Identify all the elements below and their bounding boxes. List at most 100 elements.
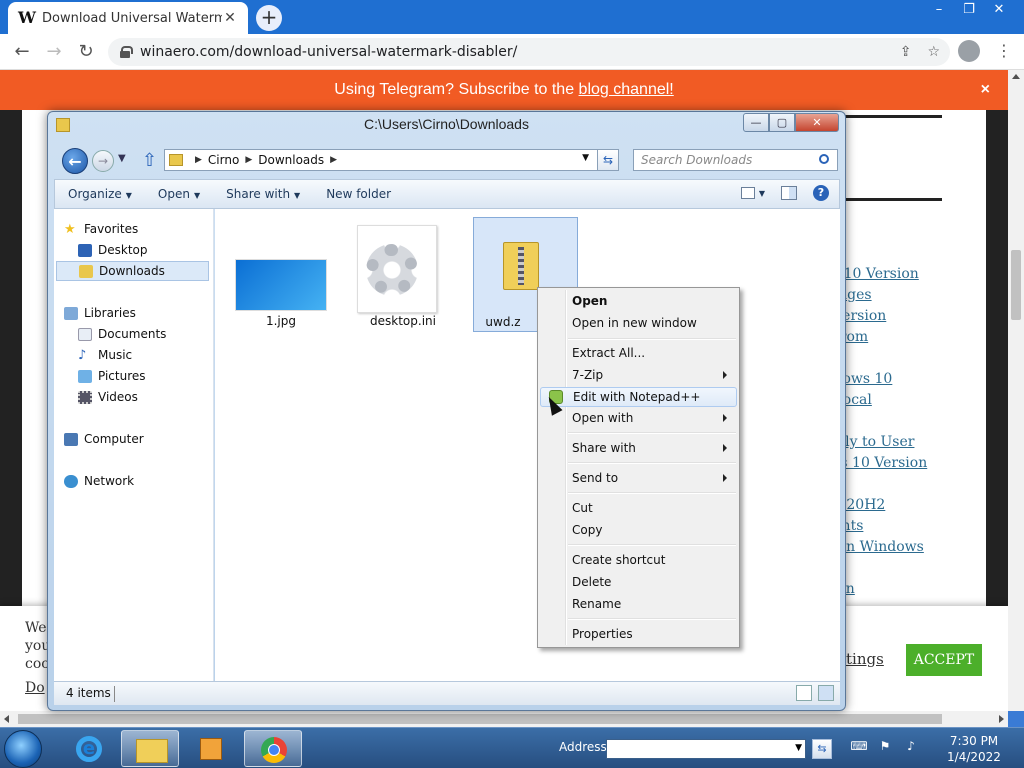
back-arrow-icon[interactable]: ← <box>10 40 34 64</box>
network-icon <box>64 474 78 488</box>
bookmark-star-icon[interactable]: ☆ <box>927 44 940 60</box>
taskbar-internet-explorer[interactable]: e <box>60 730 118 767</box>
forward-arrow-icon[interactable]: → <box>42 40 66 64</box>
reload-icon[interactable]: ↻ <box>74 40 98 64</box>
blog-channel-link[interactable]: blog channel! <box>579 81 674 98</box>
help-icon[interactable]: ? <box>813 185 829 201</box>
organize-button[interactable]: Organize ▼ <box>55 187 145 201</box>
large-icons-view-icon[interactable] <box>818 685 834 701</box>
menu-item-edit-notepadpp[interactable]: Edit with Notepad++ <box>540 387 737 407</box>
page-vertical-scrollbar[interactable] <box>1008 70 1024 711</box>
breadcrumb-arrow-icon[interactable]: ▶ <box>195 155 202 165</box>
minimize-button[interactable]: – <box>924 0 954 20</box>
open-button[interactable]: Open ▼ <box>145 187 213 201</box>
menu-item-send-to[interactable]: Send to <box>540 468 737 488</box>
back-arrow-icon[interactable]: ← <box>62 148 88 174</box>
menu-item-properties[interactable]: Properties <box>540 624 737 644</box>
explorer-address-bar[interactable]: ▶ Cirno ▶ Downloads ▶ ▼ <box>164 149 618 171</box>
menu-item-7zip[interactable]: 7-Zip <box>540 365 737 385</box>
lock-icon[interactable] <box>120 46 133 58</box>
address-bar[interactable]: winaero.com/download-universal-watermark… <box>108 38 950 66</box>
taskbar-explorer[interactable] <box>121 730 179 767</box>
cookie-do-not-sell-link[interactable]: Do <box>25 680 45 696</box>
change-view-icon[interactable] <box>740 187 755 199</box>
new-tab-button[interactable]: + <box>256 5 282 31</box>
up-folder-icon[interactable]: ⇧ <box>142 150 157 171</box>
menu-item-copy[interactable]: Copy <box>540 520 737 540</box>
history-dropdown-icon[interactable]: ▼ <box>118 153 126 164</box>
nav-downloads[interactable]: Downloads <box>56 261 209 281</box>
banner-close-icon[interactable]: × <box>981 70 990 110</box>
menu-item-create-shortcut[interactable]: Create shortcut <box>540 550 737 570</box>
clock[interactable]: 7:30 PM 1/4/2022 <box>944 733 1004 765</box>
context-menu: Open Open in new window Extract All... 7… <box>537 287 740 648</box>
preview-pane-icon[interactable] <box>781 186 797 200</box>
nav-favorites[interactable]: ★ Favorites <box>64 219 223 239</box>
menu-item-delete[interactable]: Delete <box>540 572 737 592</box>
keyboard-icon[interactable]: ⌨ <box>850 739 868 755</box>
forward-arrow-icon[interactable]: → <box>92 150 114 172</box>
accept-cookies-button[interactable]: ACCEPT <box>906 644 982 676</box>
scrollbar-thumb[interactable] <box>18 714 942 724</box>
gear-icon <box>366 244 418 296</box>
breadcrumb-downloads[interactable]: Downloads <box>258 153 324 167</box>
menu-item-open-new-window[interactable]: Open in new window <box>540 313 737 333</box>
share-icon[interactable]: ⇪ <box>900 44 912 60</box>
scrollbar-thumb[interactable] <box>1011 250 1021 320</box>
refresh-icon[interactable]: ⇆ <box>597 149 619 171</box>
breadcrumb-arrow-icon[interactable]: ▶ <box>245 155 252 165</box>
address-dropdown-icon[interactable]: ▼ <box>582 153 589 163</box>
breadcrumb-arrow-icon[interactable]: ▶ <box>330 155 337 165</box>
profile-avatar-icon[interactable] <box>958 40 980 62</box>
url-text[interactable]: winaero.com/download-universal-watermark… <box>140 44 517 60</box>
file-item-desktop-ini[interactable]: desktop.ini <box>362 314 444 328</box>
nav-documents[interactable]: Documents <box>78 324 237 344</box>
nav-music[interactable]: ♪ Music <box>78 345 237 365</box>
nav-desktop[interactable]: Desktop <box>78 240 237 260</box>
menu-item-open-with[interactable]: Open with <box>540 408 737 428</box>
go-icon[interactable]: ⇆ <box>812 739 832 759</box>
menu-item-share-with[interactable]: Share with <box>540 438 737 458</box>
details-view-icon[interactable] <box>796 685 812 701</box>
nav-pictures[interactable]: Pictures <box>78 366 237 386</box>
start-button[interactable] <box>4 730 42 768</box>
network-tray-icon[interactable]: ⚑ <box>876 739 894 755</box>
menu-item-cut[interactable]: Cut <box>540 498 737 518</box>
nav-computer[interactable]: Computer <box>64 429 223 449</box>
nav-libraries[interactable]: Libraries <box>64 303 223 323</box>
menu-item-open[interactable]: Open <box>540 291 737 311</box>
volume-icon[interactable]: ♪ <box>902 739 920 755</box>
explorer-minimize-button[interactable]: — <box>743 113 769 132</box>
chevron-down-icon: ▼ <box>795 743 802 753</box>
view-dropdown-icon[interactable]: ▼ <box>759 189 765 198</box>
settings-file-icon[interactable] <box>357 225 437 313</box>
cookie-settings-link[interactable]: ttings <box>840 650 884 668</box>
tab-title: Download Universal Watermark Disabler <box>42 10 222 26</box>
search-placeholder: Search Downloads <box>641 153 753 167</box>
menu-item-extract-all[interactable]: Extract All... <box>540 343 737 363</box>
kebab-menu-icon[interactable]: ⋮ <box>996 40 1012 62</box>
browser-tab-strip: W Download Universal Watermark Disabler … <box>0 0 1024 34</box>
close-window-button[interactable]: ✕ <box>984 0 1014 20</box>
taskbar-chrome[interactable] <box>244 730 302 767</box>
taskbar-media-player[interactable] <box>182 730 240 767</box>
search-input[interactable]: Search Downloads <box>633 149 838 171</box>
share-with-button[interactable]: Share with ▼ <box>213 187 313 201</box>
address-toolbar-input[interactable]: ▼ <box>606 739 806 759</box>
restore-button[interactable]: ❐ <box>954 0 984 20</box>
browser-tab[interactable]: W Download Universal Watermark Disabler … <box>8 2 248 34</box>
zip-folder-icon[interactable] <box>503 242 539 290</box>
tab-close-icon[interactable]: ✕ <box>222 10 238 26</box>
explorer-maximize-button[interactable]: ▢ <box>769 113 795 132</box>
page-horizontal-scrollbar[interactable] <box>0 711 1008 727</box>
image-thumbnail[interactable] <box>235 259 327 311</box>
explorer-close-button[interactable]: ✕ <box>795 113 839 132</box>
breadcrumb-cirno[interactable]: Cirno <box>208 153 239 167</box>
browser-window-controls: – ❐ ✕ <box>924 0 1014 20</box>
nav-videos[interactable]: Videos <box>78 387 237 407</box>
nav-network[interactable]: Network <box>64 471 223 491</box>
menu-item-rename[interactable]: Rename <box>540 594 737 614</box>
new-folder-button[interactable]: New folder <box>313 187 404 201</box>
search-icon[interactable] <box>819 154 829 164</box>
file-item-1-jpg[interactable]: 1.jpg <box>248 314 314 328</box>
